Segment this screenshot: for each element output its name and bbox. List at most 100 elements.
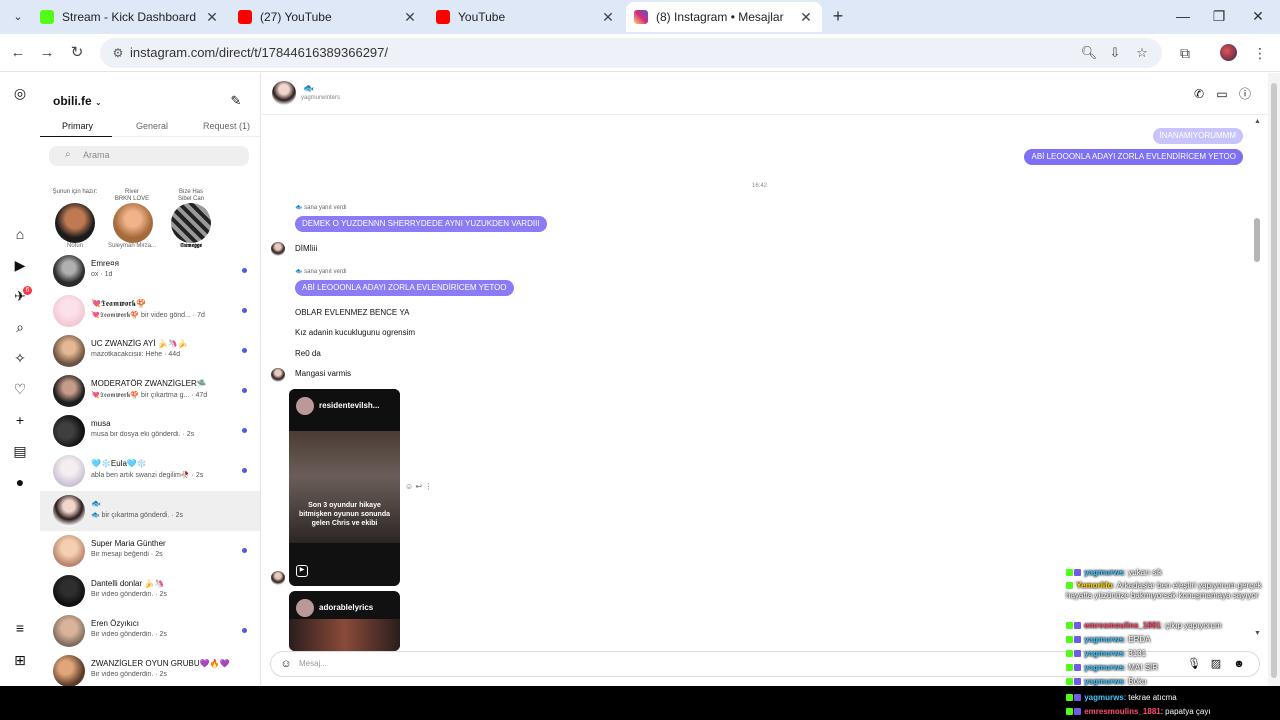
reply-note-text: sana yanıt verdi <box>304 205 347 211</box>
tab-primary[interactable]: Primary <box>62 121 93 131</box>
meta-apps-icon[interactable]: ⊞ <box>11 651 29 669</box>
chat-row[interactable]: 🩵❄️Eula🩵❄️ abla ben artık swanzi degilim… <box>40 451 260 491</box>
chat-row[interactable]: Emre¤я ox · 1d <box>40 251 260 291</box>
tab-kick-dashboard[interactable]: Stream - Kick Dashboard ✕ <box>32 2 228 32</box>
message-actions: ☺ ↩ ⋮ <box>405 482 432 491</box>
extensions-icon[interactable]: ⧉ <box>1175 43 1195 63</box>
address-bar[interactable]: ⚙ instagram.com/direct/t/178446163893662… <box>100 38 1162 68</box>
profile-icon[interactable]: ● <box>11 473 29 491</box>
notifications-heart-icon[interactable]: ♡ <box>11 380 29 398</box>
chat-name: 🐟 <box>91 499 101 508</box>
instagram-favicon-icon <box>634 10 648 24</box>
search-icon[interactable]: ⌕ <box>11 318 29 336</box>
chat-row[interactable]: MODERATÖR ZWANZİGLER🛸 💘𝕿𝖊𝖆𝖒𝖜𝖔𝖗𝖐🍄 bir çık… <box>40 371 260 411</box>
reels-icon[interactable]: ▶ <box>11 256 29 274</box>
chat-line: yagmurws: ERDA <box>1066 635 1278 645</box>
site-info-icon[interactable]: ⚙ <box>110 45 126 61</box>
tab-youtube[interactable]: YouTube ✕ <box>428 2 624 32</box>
tab-youtube-27[interactable]: (27) YouTube ✕ <box>230 2 426 32</box>
react-emoji-icon[interactable]: ☺ <box>405 482 413 491</box>
url-text[interactable]: instagram.com/direct/t/17844616389366297… <box>130 45 388 60</box>
sent-message[interactable]: İNANAMIYORUMMM <box>1152 128 1243 144</box>
message-input[interactable]: Mesaj... <box>299 659 327 668</box>
forward-button[interactable]: → <box>37 43 57 63</box>
close-tab-icon[interactable]: ✕ <box>204 9 220 26</box>
create-plus-icon[interactable]: + <box>11 411 29 429</box>
chat-row[interactable]: UC ZWANZİG AYİ 🍌🦄🍌 mazotkacakcisiii: Heh… <box>40 331 260 371</box>
unread-dot <box>242 388 247 393</box>
more-options-icon[interactable]: ⋮ <box>424 482 432 491</box>
tab-requests[interactable]: Request (1) <box>203 121 250 131</box>
received-message[interactable]: Kız adanin kucuklugunu ogrensim <box>295 328 415 337</box>
info-icon[interactable]: ⓘ <box>1237 86 1253 102</box>
chat-line: yagmurws: Boku <box>1066 677 1278 687</box>
more-menu-icon[interactable]: ≡ <box>11 619 29 637</box>
reel-username: adorablelyrics <box>319 603 374 612</box>
restore-button[interactable]: ❐ <box>1204 6 1234 26</box>
kick-badge-icon <box>1066 694 1073 702</box>
back-button[interactable]: ← <box>8 43 28 63</box>
minimize-button[interactable]: — <box>1168 6 1198 26</box>
received-message[interactable]: OBLAR EVLENMEZ BENCE YA <box>295 308 409 317</box>
active-tab-underline <box>40 136 112 137</box>
avatar <box>53 495 85 527</box>
shared-reel[interactable]: adorablelyrics <box>289 591 400 651</box>
search-input[interactable]: ⌕ Arama <box>49 146 249 166</box>
tab-instagram[interactable]: (8) Instagram • Mesajlar ✕ <box>626 2 822 32</box>
zoom-icon[interactable]: 🔍︎ <box>1080 45 1098 61</box>
chat-line: yagmurws: yukarı sik <box>1066 568 1278 578</box>
avatar[interactable] <box>272 81 296 105</box>
close-window-button[interactable]: ✕ <box>1243 6 1273 26</box>
chat-row[interactable]: musa musa bir dosya eki gönderdi. · 2s <box>40 411 260 451</box>
tab-general[interactable]: General <box>136 121 168 131</box>
dashboard-icon[interactable]: ▤ <box>11 442 29 460</box>
video-call-icon[interactable]: ▭ <box>1214 86 1230 102</box>
shared-reel[interactable]: residentevilsh... Son 3 oyundur hikaye b… <box>289 389 400 586</box>
phone-call-icon[interactable]: ✆ <box>1191 86 1207 102</box>
close-tab-icon[interactable]: ✕ <box>402 9 418 26</box>
avatar <box>53 255 85 287</box>
chat-row[interactable]: 💘𝕿𝖊𝖆𝖒𝖜𝖔𝖗𝖐🍄 💘𝕿𝖊𝖆𝖒𝖜𝖔𝖗𝖐🍄 bir video gönd... … <box>40 291 260 331</box>
explore-icon[interactable]: ✧ <box>11 349 29 367</box>
tab-search-icon[interactable]: ⌄ <box>8 7 28 27</box>
note-name: 𝕾𝖚𝖒𝖊𝖌𝖌𝖊 <box>180 243 202 249</box>
chat-row-selected[interactable]: 🐟 🐟 bir çıkartma gönderdi. · 2s <box>40 491 260 531</box>
sent-message[interactable]: ABİ LEOOONLA ADAYI ZORLA EVLENDİRİCEM YE… <box>1024 149 1243 165</box>
chat-name: Dantelli donlar 🍌🦄 <box>91 579 165 588</box>
received-message[interactable]: Re0 da <box>295 349 321 358</box>
unread-dot <box>242 468 247 473</box>
chat-row[interactable]: ZWANZİGLER OYUN GRUBU💜🔥💜 Bir video gönde… <box>40 651 260 686</box>
menu-kebab-icon[interactable]: ⋮ <box>1250 43 1270 63</box>
chat-row[interactable]: Dantelli donlar 🍌🦄 Bir video gönderdin. … <box>40 571 260 611</box>
note-avatar[interactable] <box>171 203 211 243</box>
compose-icon[interactable]: ✎ <box>228 93 244 109</box>
avatar <box>296 397 314 415</box>
note-avatar[interactable] <box>113 203 153 243</box>
note-avatar[interactable] <box>55 203 95 243</box>
emoji-icon[interactable]: ☺ <box>279 657 293 671</box>
quoted-message[interactable]: DEMEK O YUZDENNN SHERRYDEDE AYNI YUZUKDE… <box>295 216 547 232</box>
contact-name[interactable]: 🐟 <box>303 83 314 94</box>
profile-avatar[interactable] <box>1220 44 1237 61</box>
reel-caption: Son 3 oyundur hikaye bitmişken oyunun so… <box>298 502 390 527</box>
quoted-message[interactable]: ABİ LEOOONLA ADAYI ZORLA EVLENDİRİCEM YE… <box>295 280 514 296</box>
received-message[interactable]: Mangasi varmis <box>295 369 351 378</box>
home-icon[interactable]: ⌂ <box>11 225 29 243</box>
chat-preview: Bir video gönderdin. · 2s <box>91 671 167 678</box>
instagram-logo-icon[interactable]: ◎ <box>11 84 29 102</box>
chat-row[interactable]: Super Maria Günther Bir mesajı beğendi ·… <box>40 531 260 571</box>
account-switcher[interactable]: obili.fe ⌄ <box>53 94 102 108</box>
scroll-up-arrow-icon[interactable]: ▲ <box>1254 118 1261 125</box>
reply-icon[interactable]: ↩ <box>415 482 422 491</box>
received-message[interactable]: DİMİiii <box>295 244 317 253</box>
chat-row[interactable]: Eren Özyıkıcı Bir video gönderdin. · 2s <box>40 611 260 651</box>
avatar <box>296 599 314 617</box>
bookmark-star-icon[interactable]: ☆ <box>1133 45 1151 61</box>
close-tab-icon[interactable]: ✕ <box>798 9 814 26</box>
install-app-icon[interactable]: ⇩ <box>1106 45 1124 61</box>
reload-button[interactable]: ↻ <box>67 43 87 63</box>
new-tab-button[interactable]: + <box>828 6 848 26</box>
conversation-scrollbar[interactable] <box>1254 218 1260 262</box>
reply-note: 🐟 sana yanıt verdi <box>295 268 347 275</box>
close-tab-icon[interactable]: ✕ <box>600 9 616 26</box>
